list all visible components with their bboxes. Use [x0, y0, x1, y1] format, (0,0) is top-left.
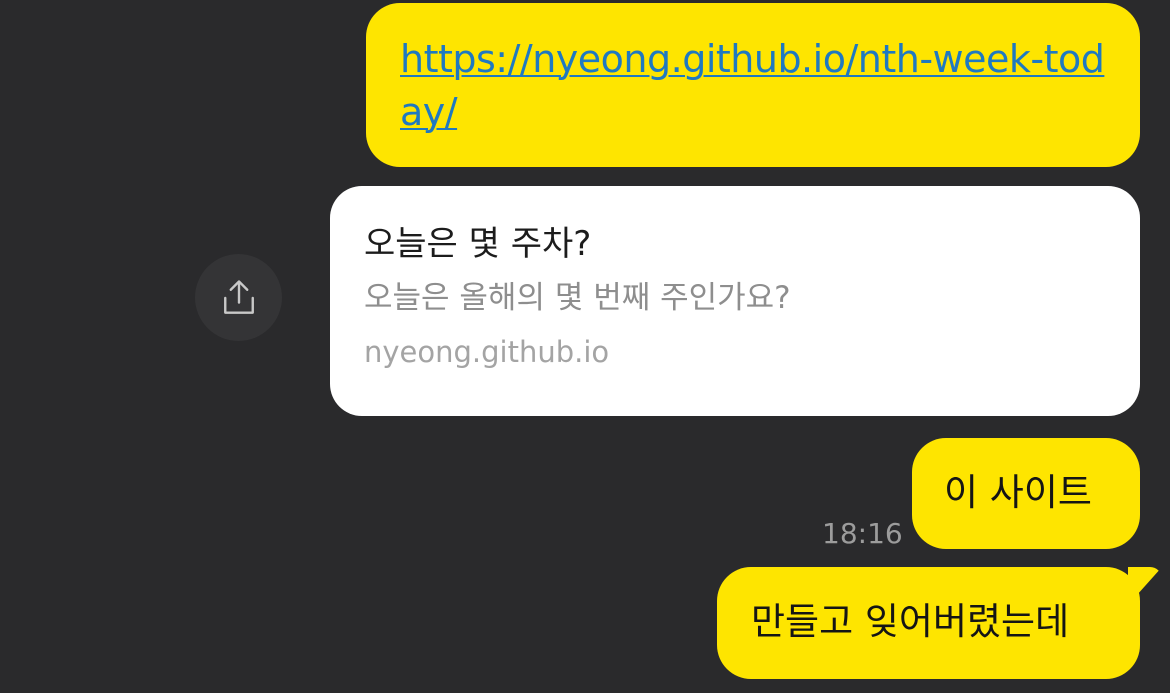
preview-title: 오늘은 몇 주차?	[364, 224, 592, 264]
message-timestamp: 18:16	[822, 517, 903, 550]
shared-link[interactable]: https://nyeong.github.io/nth-week-today/	[400, 33, 1114, 139]
share-icon	[223, 279, 254, 314]
chat-thread: https://nyeong.github.io/nth-week-today/…	[0, 0, 1170, 693]
share-button[interactable]	[195, 254, 282, 341]
preview-domain: nyeong.github.io	[364, 335, 610, 369]
message-bubble[interactable]: 만들고 잊어버렸는데	[717, 567, 1162, 679]
message-text: 이 사이트	[944, 471, 1092, 514]
message-bubble[interactable]: 이 사이트	[912, 438, 1140, 549]
preview-description: 오늘은 올해의 몇 번째 주인가요?	[364, 280, 791, 316]
link-preview-card[interactable]: 오늘은 몇 주차? 오늘은 올해의 몇 번째 주인가요? nyeong.gith…	[330, 186, 1140, 416]
message-text: 만들고 잊어버렸는데	[751, 600, 1070, 643]
link-message-bubble[interactable]: https://nyeong.github.io/nth-week-today/	[366, 3, 1140, 167]
bubble-tail	[1128, 567, 1162, 605]
